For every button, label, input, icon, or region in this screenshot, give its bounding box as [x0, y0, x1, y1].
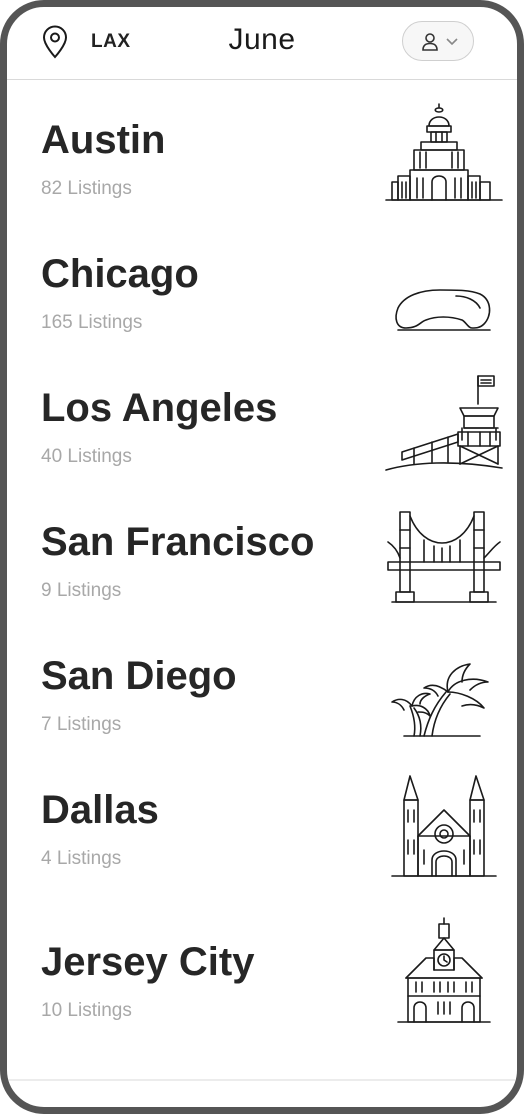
listing-count: 10 Listings: [41, 1000, 132, 1021]
city-row-san-francisco[interactable]: San Francisco 9 Listings: [7, 482, 517, 616]
chevron-down-icon: [446, 38, 458, 46]
city-name: San Francisco: [41, 520, 315, 564]
city-name: Los Angeles: [41, 386, 278, 430]
cathedral-icon: [384, 770, 504, 880]
city-name: Chicago: [41, 252, 199, 296]
city-row-austin[interactable]: Austin 82 Listings: [7, 80, 517, 214]
app-header: LAX June: [7, 7, 517, 80]
lifeguard-tower-icon: [384, 368, 504, 478]
listing-count: 4 Listings: [41, 848, 122, 869]
account-menu-button[interactable]: [402, 21, 474, 61]
city-row-dallas[interactable]: Dallas 4 Listings: [7, 750, 517, 884]
capitol-building-icon: [384, 100, 504, 210]
city-row-chicago[interactable]: Chicago 165 Listings: [7, 214, 517, 348]
city-row-los-angeles[interactable]: Los Angeles 40 Listings: [7, 348, 517, 482]
city-name: Dallas: [41, 788, 159, 832]
city-name: Jersey City: [41, 940, 255, 984]
listing-count: 82 Listings: [41, 178, 132, 199]
listing-count: 165 Listings: [41, 312, 143, 333]
listing-count: 40 Listings: [41, 446, 132, 467]
city-name: Austin: [41, 118, 166, 162]
clock-tower-hall-icon: [384, 916, 504, 1026]
palm-trees-icon: [384, 636, 504, 746]
cloud-gate-bean-icon: [384, 234, 504, 344]
city-row-san-diego[interactable]: San Diego 7 Listings: [7, 616, 517, 750]
list-bottom-divider: [7, 1079, 517, 1081]
phone-frame: LAX June Austin 82 Listings Chicago 165 …: [0, 0, 524, 1114]
city-name: San Diego: [41, 654, 237, 698]
user-icon: [422, 33, 438, 51]
city-list: Austin 82 Listings Chicago 165 Listings …: [7, 80, 517, 1042]
listing-count: 7 Listings: [41, 714, 122, 735]
city-row-jersey-city[interactable]: Jersey City 10 Listings: [7, 884, 517, 1042]
listing-count: 9 Listings: [41, 580, 122, 601]
golden-gate-bridge-icon: [384, 502, 504, 612]
